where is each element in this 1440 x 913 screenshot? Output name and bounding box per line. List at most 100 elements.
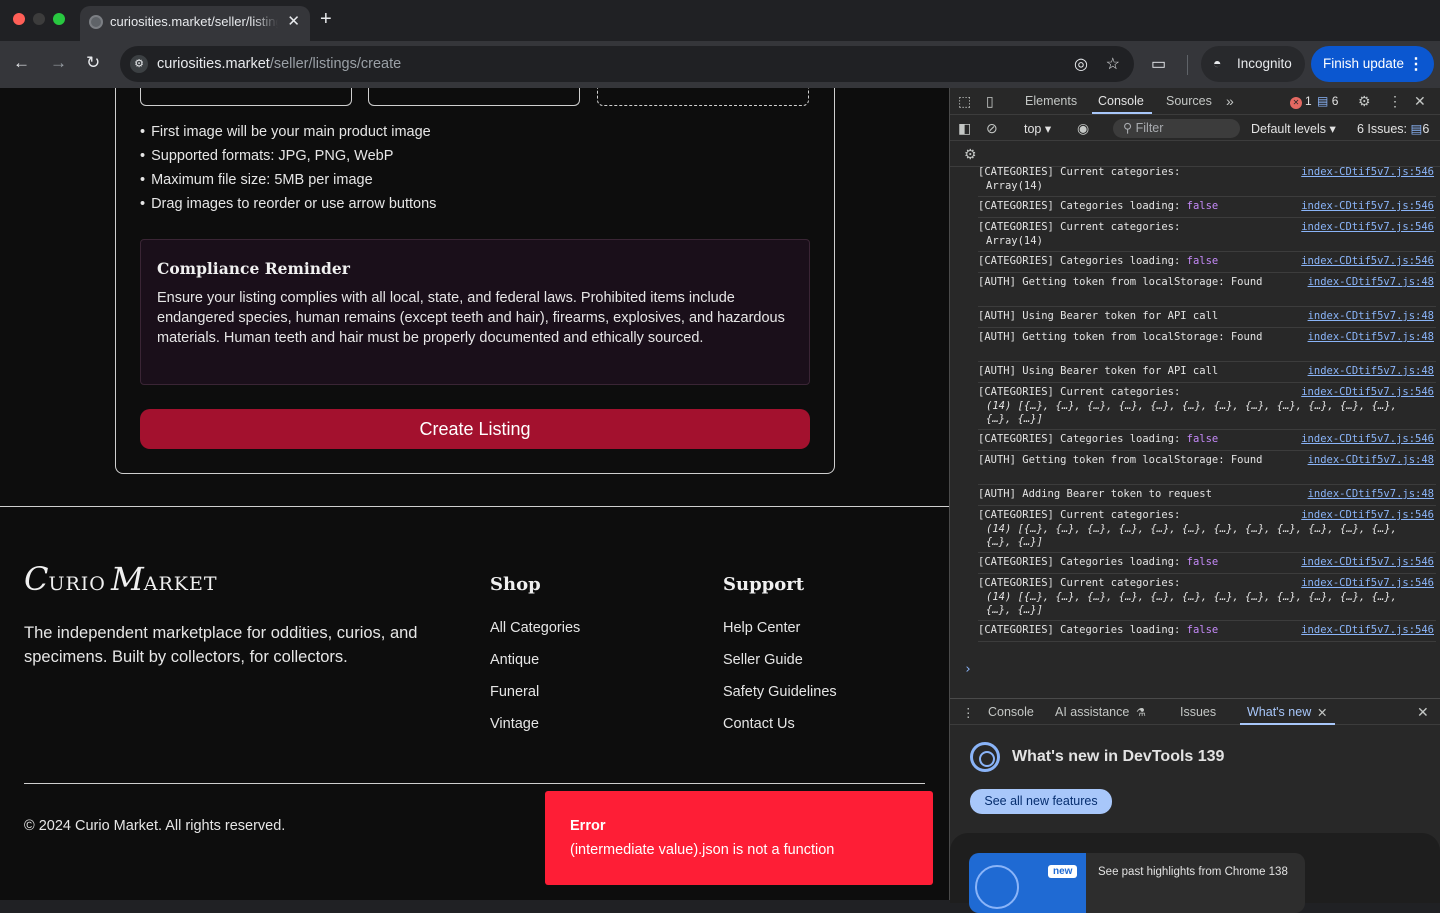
console-message[interactable]: [CATEGORIES] Categories loading: false in… xyxy=(978,197,1436,218)
live-expression-eye-icon[interactable]: ◉ xyxy=(1077,120,1089,137)
more-vert-icon[interactable]: ⋮ xyxy=(1408,54,1424,74)
inspect-element-icon[interactable]: ⬚ xyxy=(958,93,971,110)
footer-link-safety-guidelines[interactable]: Safety Guidelines xyxy=(723,684,837,716)
source-link[interactable]: index-CDtif5v7.js:48 xyxy=(1308,276,1434,288)
issues-counter[interactable]: 6 Issues: ▤6 xyxy=(1357,121,1429,136)
tab-sources[interactable]: Sources xyxy=(1166,94,1212,108)
reload-icon[interactable]: ↻ xyxy=(86,53,100,73)
source-link[interactable]: index-CDtif5v7.js:546 xyxy=(1301,255,1434,267)
console-message[interactable]: [CATEGORIES] Categories loading: false in… xyxy=(978,621,1436,642)
console-message[interactable]: [CATEGORIES] Current categories: Array(14… xyxy=(978,218,1436,252)
add-image-dropzone[interactable] xyxy=(597,88,809,106)
source-link[interactable]: index-CDtif5v7.js:546 xyxy=(1301,556,1434,568)
browser-tab[interactable]: curiosities.market/seller/listings/creat… xyxy=(80,6,310,41)
source-link[interactable]: index-CDtif5v7.js:48 xyxy=(1308,331,1434,343)
error-toast[interactable]: Error (intermediate value).json is not a… xyxy=(545,791,933,885)
search-tabs-icon[interactable]: ▭ xyxy=(1151,54,1166,74)
console-message[interactable]: [AUTH] Using Bearer token for API call in… xyxy=(978,307,1436,328)
sidebar-toggle-icon[interactable]: ◧ xyxy=(958,120,971,137)
console-message[interactable]: [CATEGORIES] Current categories: (14) [{…… xyxy=(978,383,1436,430)
console-object-preview[interactable]: (14) [{…}, {…}, {…}, {…}, {…}, {…}, {…},… xyxy=(978,399,1398,426)
error-count-badge[interactable]: 1 xyxy=(1290,94,1312,109)
console-message[interactable]: [CATEGORIES] Current categories: (14) [{…… xyxy=(978,574,1436,621)
console-object-preview[interactable]: (14) [{…}, {…}, {…}, {…}, {…}, {…}, {…},… xyxy=(978,590,1398,617)
curio-market-logo[interactable]: CURIO MARKET xyxy=(24,560,218,598)
image-slot[interactable] xyxy=(140,88,352,106)
console-message[interactable]: [AUTH] Getting token from localStorage: … xyxy=(978,328,1436,362)
incognito-button[interactable]: ◓ Incognito xyxy=(1201,46,1305,82)
log-levels-dropdown[interactable]: Default levels ▾ xyxy=(1251,121,1336,136)
drawer-menu-icon[interactable]: ⋮ xyxy=(962,705,975,720)
url-text[interactable]: curiosities.market/seller/listings/creat… xyxy=(157,56,401,72)
footer-link-all-categories[interactable]: All Categories xyxy=(490,620,580,652)
image-slot[interactable] xyxy=(368,88,580,106)
drawer-tab-issues[interactable]: Issues xyxy=(1180,705,1216,719)
console-message[interactable]: [CATEGORIES] Categories loading: false in… xyxy=(978,252,1436,273)
highlight-card[interactable]: new See past highlights from Chrome 138 xyxy=(969,853,1305,913)
new-tab-icon[interactable]: + xyxy=(320,8,332,31)
more-tabs-icon[interactable]: » xyxy=(1226,93,1234,109)
source-link[interactable]: index-CDtif5v7.js:546 xyxy=(1301,624,1434,636)
console-object-preview[interactable]: Array(14) xyxy=(978,234,1398,248)
address-bar[interactable]: ⚙ curiosities.market/seller/listings/cre… xyxy=(120,46,1134,82)
footer-link-help-center[interactable]: Help Center xyxy=(723,620,837,652)
footer-link-antique[interactable]: Antique xyxy=(490,652,580,684)
source-link[interactable]: index-CDtif5v7.js:546 xyxy=(1301,577,1434,589)
bookmark-star-icon[interactable]: ☆ xyxy=(1106,54,1120,74)
create-listing-button[interactable]: Create Listing xyxy=(140,409,810,449)
tab-elements[interactable]: Elements xyxy=(1025,94,1077,108)
footer-link-vintage[interactable]: Vintage xyxy=(490,716,580,748)
console-prompt[interactable]: › xyxy=(964,662,972,677)
console-message[interactable]: [AUTH] Getting token from localStorage: … xyxy=(978,273,1436,307)
finish-update-label: Finish update xyxy=(1323,56,1405,71)
source-link[interactable]: index-CDtif5v7.js:546 xyxy=(1301,221,1434,233)
settings-icon[interactable]: ⚙ xyxy=(1358,93,1371,110)
console-message[interactable]: [CATEGORIES] Current categories: Array(14… xyxy=(978,167,1436,197)
source-link[interactable]: index-CDtif5v7.js:546 xyxy=(1301,386,1434,398)
console-message[interactable]: [AUTH] Adding Bearer token to request ind… xyxy=(978,485,1436,506)
site-settings-icon[interactable]: ⚙ xyxy=(130,55,148,73)
finish-update-button[interactable]: Finish update ⋮ xyxy=(1311,46,1434,82)
source-link[interactable]: index-CDtif5v7.js:546 xyxy=(1301,509,1434,521)
close-window-button[interactable] xyxy=(13,13,25,25)
console-object-preview[interactable]: Array(14) xyxy=(978,179,1398,193)
console-message[interactable]: [AUTH] Using Bearer token for API call in… xyxy=(978,362,1436,383)
tab-console[interactable]: Console xyxy=(1098,94,1144,108)
forward-icon[interactable]: → xyxy=(50,53,67,73)
console-message-text: [CATEGORIES] Categories loading: xyxy=(978,624,1187,636)
close-devtools-icon[interactable]: ✕ xyxy=(1414,93,1426,110)
minimize-window-button[interactable] xyxy=(33,13,45,25)
console-message[interactable]: [CATEGORIES] Categories loading: false in… xyxy=(978,430,1436,451)
close-drawer-icon[interactable]: ✕ xyxy=(1417,704,1429,721)
source-link[interactable]: index-CDtif5v7.js:546 xyxy=(1301,167,1434,178)
source-link[interactable]: index-CDtif5v7.js:48 xyxy=(1308,365,1434,377)
console-filter-input[interactable]: ⚲ Filter xyxy=(1113,119,1240,138)
source-link[interactable]: index-CDtif5v7.js:546 xyxy=(1301,200,1434,212)
console-object-preview[interactable]: (14) [{…}, {…}, {…}, {…}, {…}, {…}, {…},… xyxy=(978,522,1398,549)
maximize-window-button[interactable] xyxy=(53,13,65,25)
drawer-tab-ai-assistance[interactable]: AI assistance xyxy=(1055,705,1129,719)
source-link[interactable]: index-CDtif5v7.js:48 xyxy=(1308,454,1434,466)
source-link[interactable]: index-CDtif5v7.js:48 xyxy=(1308,488,1434,500)
source-link[interactable]: index-CDtif5v7.js:546 xyxy=(1301,433,1434,445)
console-settings-icon[interactable]: ⚙ xyxy=(964,146,977,163)
see-all-features-button[interactable]: See all new features xyxy=(970,789,1112,814)
clear-console-icon[interactable]: ⊘ xyxy=(986,120,998,137)
drawer-tab-console[interactable]: Console xyxy=(988,705,1034,719)
console-message[interactable]: [CATEGORIES] Current categories: (14) [{…… xyxy=(978,506,1436,553)
close-whats-new-icon[interactable]: ✕ xyxy=(1317,705,1327,720)
more-vert-icon[interactable]: ⋮ xyxy=(1388,93,1402,110)
close-tab-icon[interactable]: ✕ xyxy=(287,12,300,30)
footer-link-contact-us[interactable]: Contact Us xyxy=(723,716,837,748)
back-icon[interactable]: ← xyxy=(13,53,30,73)
drawer-tab-whats-new[interactable]: What's new xyxy=(1247,705,1311,719)
footer-link-funeral[interactable]: Funeral xyxy=(490,684,580,716)
device-toolbar-icon[interactable]: ▯ xyxy=(986,93,994,110)
tracking-protection-icon[interactable]: ◎ xyxy=(1074,54,1088,74)
message-count-badge[interactable]: ▤ 6 xyxy=(1317,94,1338,108)
console-message[interactable]: [CATEGORIES] Categories loading: false in… xyxy=(978,553,1436,574)
footer-link-seller-guide[interactable]: Seller Guide xyxy=(723,652,837,684)
console-message[interactable]: [AUTH] Getting token from localStorage: … xyxy=(978,451,1436,485)
context-selector[interactable]: top ▾ xyxy=(1024,121,1051,136)
source-link[interactable]: index-CDtif5v7.js:48 xyxy=(1308,310,1434,322)
